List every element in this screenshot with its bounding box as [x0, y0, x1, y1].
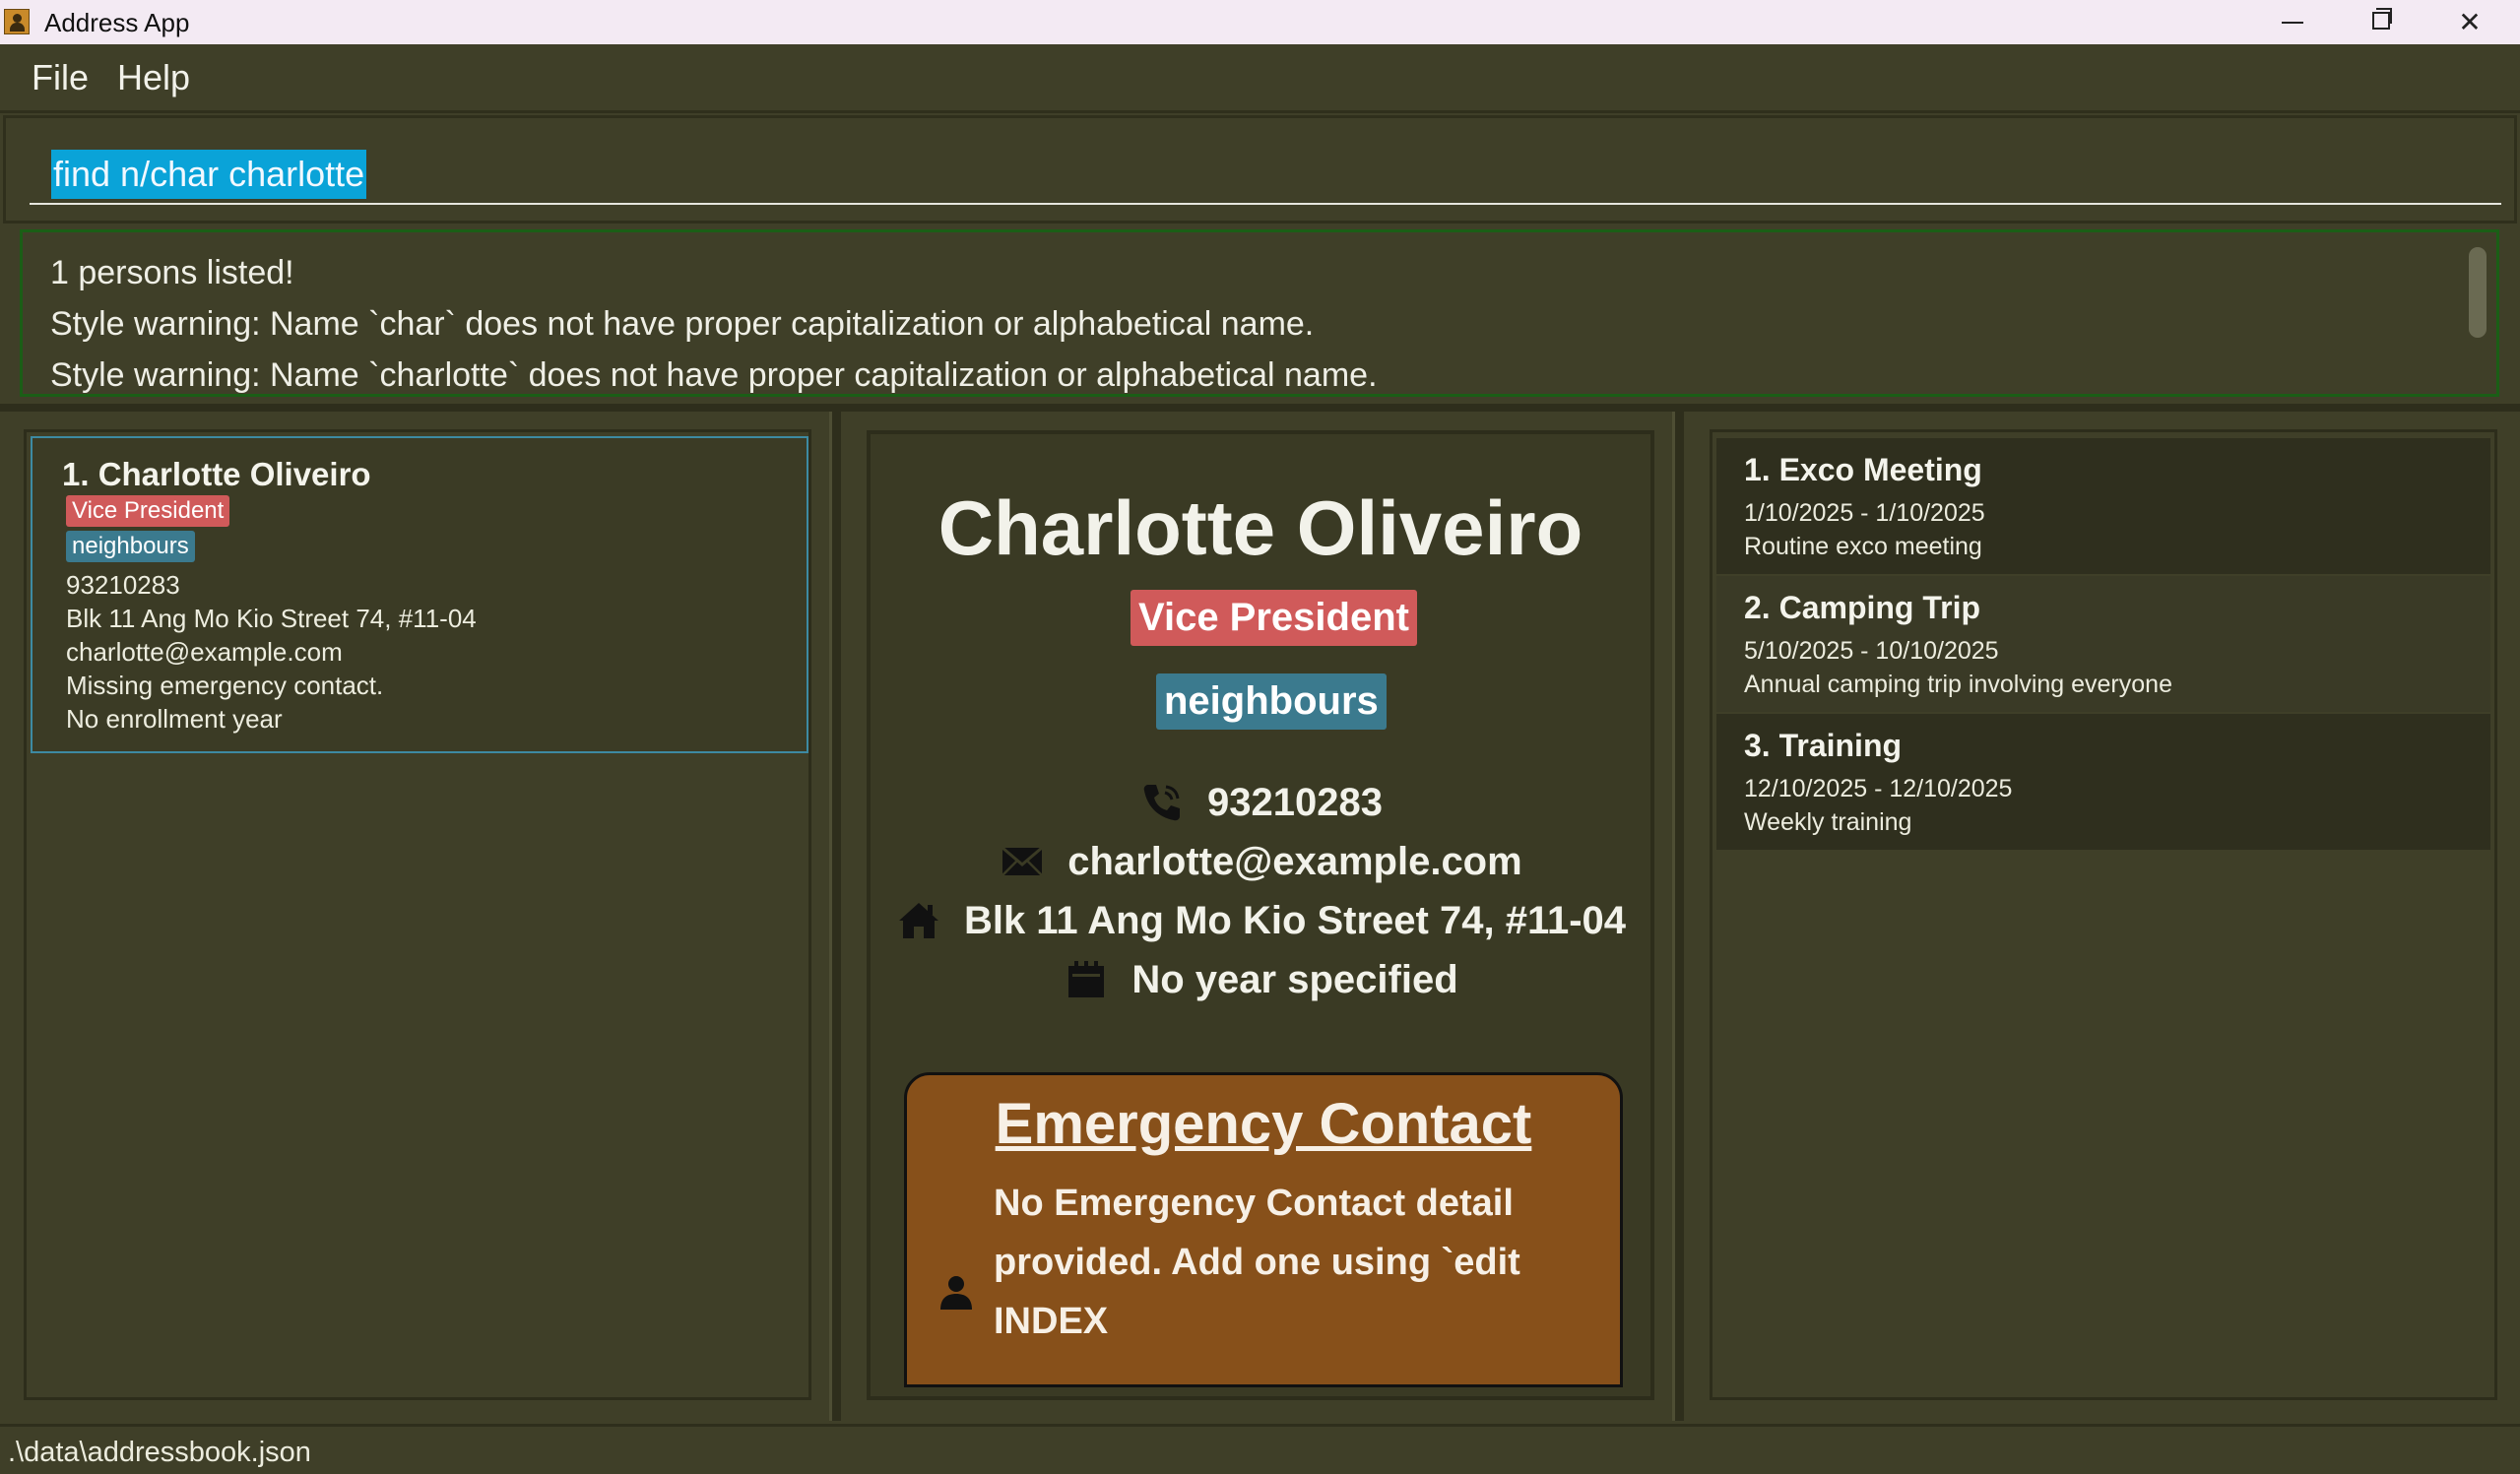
close-icon[interactable]: ✕ [2425, 0, 2514, 44]
result-line: Style warning: Name `char` does not have… [50, 305, 1315, 343]
details-year-row: No year specified [871, 956, 1650, 1003]
details-tag-vice-president: Vice President [1131, 590, 1417, 646]
app-icon [4, 9, 30, 34]
details-email: charlotte@example.com [1067, 839, 1522, 883]
details-address-row: Blk 11 Ang Mo Kio Street 74, #11-04 [871, 897, 1650, 944]
window-title: Address App [44, 8, 190, 37]
menu-help[interactable]: Help [117, 57, 190, 98]
menu-bar: File Help [0, 44, 2520, 113]
result-line: 1 persons listed! [50, 254, 294, 291]
title-bar: Address App ✕ [0, 0, 2520, 44]
person-icon [940, 1276, 972, 1310]
details-phone: 93210283 [1207, 780, 1383, 824]
command-text[interactable]: find n/char charlotte [51, 150, 367, 199]
person-enrollment-year: No enrollment year [66, 704, 283, 734]
event-card[interactable]: 2. Camping Trip 5/10/2025 - 10/10/2025 A… [1716, 576, 2490, 712]
event-description: Annual camping trip involving everyone [1744, 671, 2172, 698]
person-email: charlotte@example.com [66, 637, 343, 667]
details-phone-row: 93210283 [871, 779, 1650, 826]
event-description: Weekly training [1744, 808, 1912, 836]
event-date: 1/10/2025 - 1/10/2025 [1744, 499, 1985, 527]
person-emergency-status: Missing emergency contact. [66, 671, 384, 700]
details-email-row: charlotte@example.com [871, 838, 1650, 885]
tag-vice-president: Vice President [66, 495, 230, 527]
email-icon [1002, 846, 1044, 876]
command-input[interactable]: find n/char charlotte [30, 146, 2501, 205]
event-title: 2. Camping Trip [1744, 590, 1981, 625]
emergency-contact-title: Emergency Contact [995, 1092, 1532, 1156]
person-list-panel: 1. Charlotte Oliveiro Vice President nei… [24, 429, 811, 1400]
minimize-icon[interactable] [2248, 0, 2337, 44]
person-name: 1. Charlotte Oliveiro [62, 456, 371, 492]
tag-neighbours: neighbours [66, 531, 195, 562]
person-details-panel: Charlotte Oliveiro Vice President neighb… [867, 430, 1654, 1400]
person-phone: 93210283 [66, 570, 180, 600]
details-year: No year specified [1131, 957, 1458, 1001]
details-tag-neighbours: neighbours [1156, 673, 1387, 730]
calendar-icon [1068, 961, 1105, 997]
home-icon [898, 903, 938, 938]
person-address: Blk 11 Ang Mo Kio Street 74, #11-04 [66, 604, 477, 633]
maximize-icon[interactable] [2337, 0, 2425, 44]
phone-icon [1143, 785, 1181, 821]
event-title: 3. Training [1744, 728, 1903, 763]
person-card[interactable]: 1. Charlotte Oliveiro Vice President nei… [31, 436, 808, 753]
status-bar: .\data\addressbook.json [0, 1424, 2520, 1474]
event-card[interactable]: 3. Training 12/10/2025 - 12/10/2025 Week… [1716, 714, 2490, 850]
emergency-contact-card: Emergency Contact No Emergency Contact d… [904, 1072, 1623, 1387]
menu-file[interactable]: File [32, 57, 89, 98]
event-title: 1. Exco Meeting [1744, 452, 1982, 487]
split-divider-right[interactable] [1672, 412, 1684, 1421]
command-box: find n/char charlotte [3, 115, 2517, 224]
status-file-path: .\data\addressbook.json [8, 1437, 311, 1468]
emergency-contact-text: No Emergency Contact detail provided. Ad… [994, 1183, 1520, 1342]
event-date: 5/10/2025 - 10/10/2025 [1744, 637, 1999, 665]
details-address: Blk 11 Ang Mo Kio Street 74, #11-04 [963, 898, 1627, 942]
event-card[interactable]: 1. Exco Meeting 1/10/2025 - 1/10/2025 Ro… [1716, 438, 2490, 574]
events-list-panel: 1. Exco Meeting 1/10/2025 - 1/10/2025 Ro… [1710, 429, 2497, 1400]
panel-separator [0, 404, 2520, 412]
event-date: 12/10/2025 - 12/10/2025 [1744, 775, 2013, 802]
details-name: Charlotte Oliveiro [937, 484, 1583, 571]
result-scrollbar[interactable] [2469, 247, 2487, 338]
split-divider-left[interactable] [829, 412, 841, 1421]
event-description: Routine exco meeting [1744, 533, 1982, 560]
result-line: Style warning: Name `charlotte` does not… [50, 356, 1378, 394]
result-display: 1 persons listed! Style warning: Name `c… [20, 229, 2499, 397]
